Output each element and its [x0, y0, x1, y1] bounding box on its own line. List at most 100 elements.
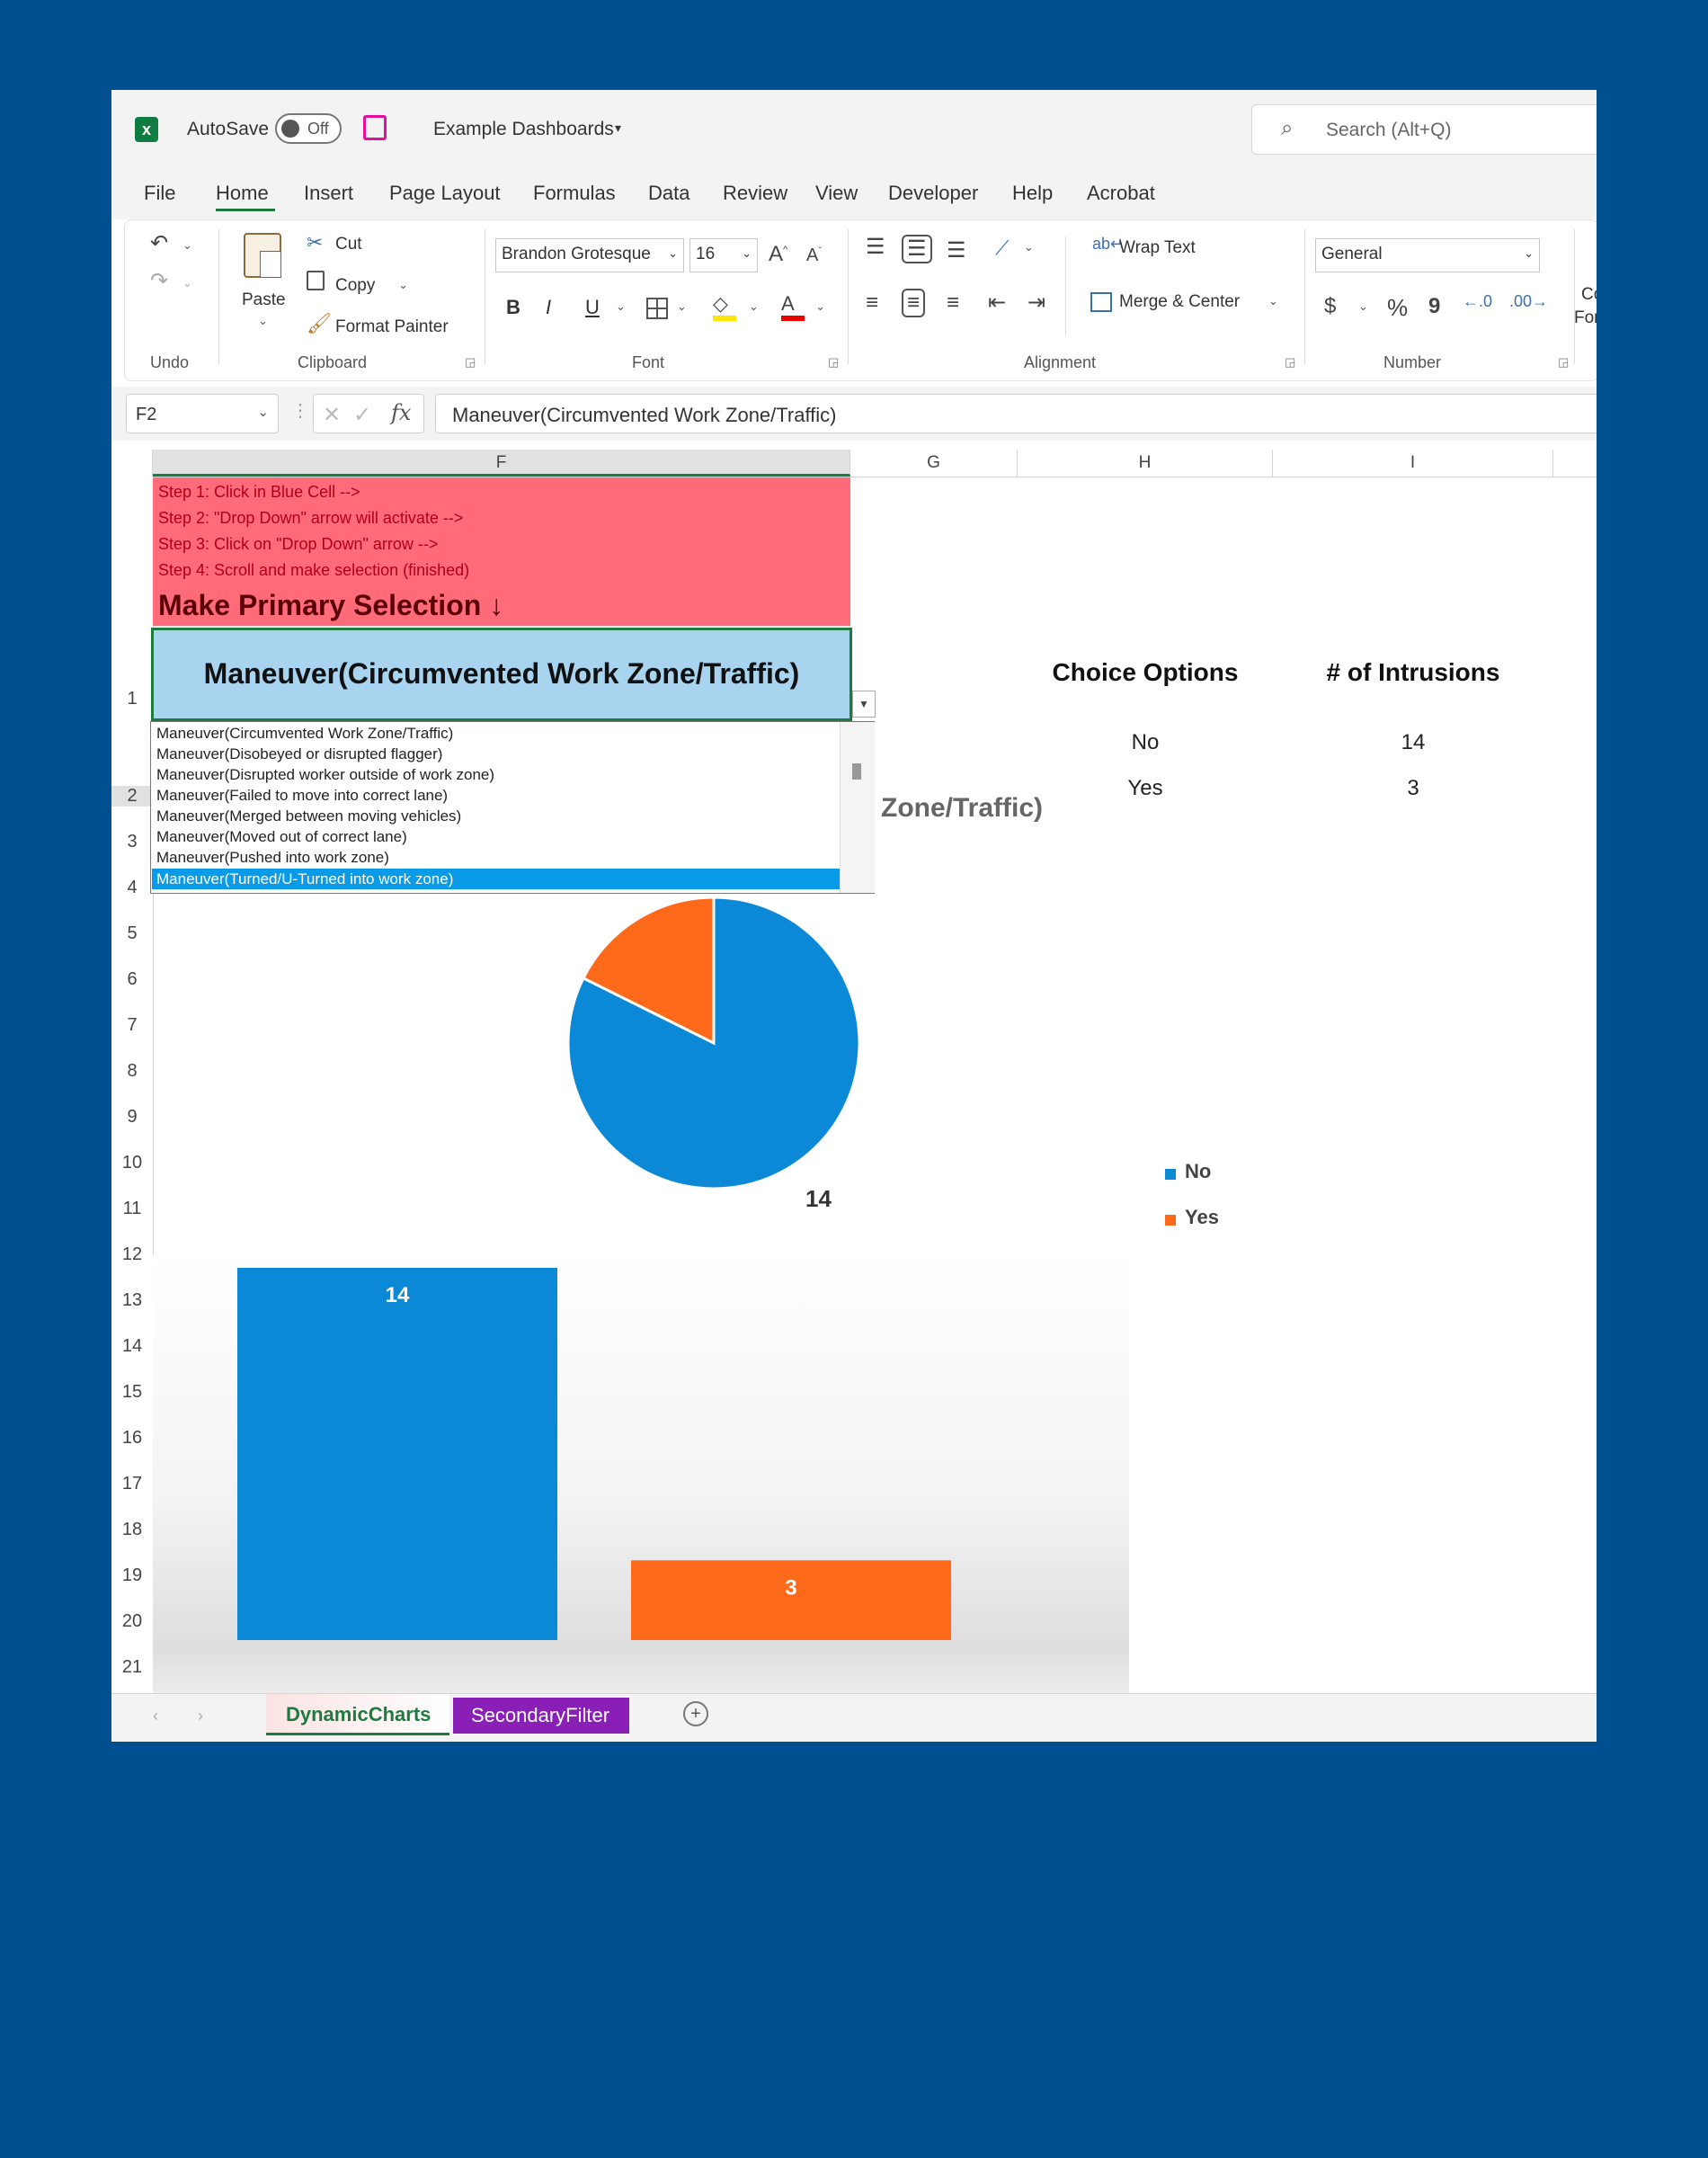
dropdown-option[interactable]: Maneuver(Merged between moving vehicles)	[156, 806, 461, 826]
select-all-corner[interactable]	[111, 450, 153, 477]
row-header[interactable]: 8	[111, 1061, 153, 1082]
row-header[interactable]: 10	[111, 1153, 153, 1173]
align-right-icon[interactable]: ≡	[947, 292, 959, 314]
tab-data[interactable]: Data	[648, 182, 689, 205]
increase-indent-icon[interactable]: ⇥	[1027, 292, 1045, 314]
row-header[interactable]: 2	[111, 786, 153, 807]
intrusion-count-cell[interactable]: 3	[1273, 776, 1553, 801]
save-icon[interactable]	[363, 115, 387, 140]
search-box[interactable]: ⌕ Search (Alt+Q)	[1251, 104, 1597, 155]
format-painter-icon[interactable]: 🖌	[307, 312, 332, 335]
row-header[interactable]: 16	[111, 1428, 153, 1449]
paste-label[interactable]: Paste	[242, 290, 286, 310]
scroll-tabs-left-icon[interactable]: ‹	[153, 1707, 158, 1726]
sheet-tab-dynamiccharts[interactable]: DynamicCharts	[266, 1694, 449, 1735]
merge-center-label[interactable]: Merge & Center	[1119, 292, 1240, 312]
dropdown-option[interactable]: Maneuver(Disrupted worker outside of wor…	[156, 764, 494, 785]
autosave-toggle[interactable]: Off	[275, 113, 342, 144]
align-left-icon[interactable]: ≡	[866, 292, 878, 314]
alignment-launcher-icon[interactable]: ◲	[1285, 355, 1295, 370]
column-header-h[interactable]: H	[1018, 450, 1273, 477]
tab-acrobat[interactable]: Acrobat	[1087, 182, 1155, 205]
orientation-dropdown-icon[interactable]: ⌄	[1024, 240, 1034, 254]
borders-icon[interactable]	[646, 298, 668, 319]
borders-dropdown-icon[interactable]: ⌄	[677, 299, 687, 314]
comma-button[interactable]: 9	[1428, 294, 1440, 319]
undo-dropdown-icon[interactable]: ⌄	[182, 238, 192, 253]
conditional-formatting-label-line2[interactable]: For	[1574, 308, 1597, 328]
row-header[interactable]: 5	[111, 923, 153, 944]
tab-developer[interactable]: Developer	[888, 182, 978, 205]
sheet-tab-secondaryfilter[interactable]: SecondaryFilter	[453, 1698, 629, 1734]
dropdown-option[interactable]: Maneuver(Pushed into work zone)	[156, 847, 389, 868]
align-center-icon[interactable]: ≡	[902, 289, 926, 317]
decrease-indent-icon[interactable]: ⇤	[988, 292, 1006, 314]
percent-button[interactable]: %	[1387, 294, 1408, 322]
redo-icon[interactable]: ↷	[150, 271, 168, 292]
italic-button[interactable]: I	[546, 296, 551, 319]
cut-label[interactable]: Cut	[335, 235, 362, 254]
underline-button[interactable]: U	[585, 296, 600, 319]
row-header[interactable]: 9	[111, 1107, 153, 1128]
bar-chart[interactable]: 14 3	[153, 1255, 1129, 1693]
font-color-icon[interactable]: A	[781, 292, 805, 321]
dropdown-arrow-button[interactable]: ▼	[852, 691, 876, 718]
fill-color-dropdown-icon[interactable]: ⌄	[749, 299, 759, 314]
bar-no[interactable]	[237, 1268, 557, 1640]
row-header[interactable]: 21	[111, 1657, 153, 1678]
row-header[interactable]: 6	[111, 969, 153, 990]
conditional-formatting-label-line1[interactable]: Co	[1581, 285, 1597, 305]
row-header[interactable]: 20	[111, 1611, 153, 1632]
row-header[interactable]: 7	[111, 1015, 153, 1036]
choice-option-cell[interactable]: No	[1018, 730, 1273, 755]
dropdown-scrollbar-thumb[interactable]	[852, 763, 861, 780]
font-launcher-icon[interactable]: ◲	[828, 355, 839, 370]
font-family-select[interactable]: Brandon Grotesque ⌄	[495, 238, 684, 272]
align-bottom-icon[interactable]: ☰	[947, 240, 966, 262]
dropdown-option[interactable]: Maneuver(Moved out of correct lane)	[156, 826, 407, 847]
column-header-g[interactable]: G	[850, 450, 1018, 477]
row-header[interactable]: 1	[111, 689, 153, 709]
insert-function-icon[interactable]: fx	[391, 400, 411, 425]
underline-dropdown-icon[interactable]: ⌄	[616, 299, 626, 314]
fill-color-icon[interactable]: ◇	[713, 292, 736, 321]
column-header-f[interactable]: F	[153, 450, 850, 477]
row-header[interactable]: 11	[111, 1199, 153, 1219]
tab-file[interactable]: File	[144, 182, 175, 205]
bar-chart-area[interactable]: 14 3	[153, 1255, 1129, 1693]
name-box[interactable]: F2 ⌄	[126, 394, 279, 433]
dropdown-option-highlighted[interactable]: Maneuver(Turned/U-Turned into work zone)	[152, 869, 841, 889]
merge-dropdown-icon[interactable]: ⌄	[1268, 294, 1278, 308]
number-format-select[interactable]: General ⌄	[1315, 238, 1540, 272]
decrease-decimal-icon[interactable]: .00→	[1509, 292, 1548, 311]
row-header[interactable]: 4	[111, 878, 153, 898]
row-header[interactable]: 13	[111, 1290, 153, 1311]
row-header[interactable]: 14	[111, 1336, 153, 1357]
tab-help[interactable]: Help	[1012, 182, 1053, 205]
undo-icon[interactable]: ↶	[150, 233, 168, 254]
add-sheet-icon[interactable]: +	[683, 1701, 708, 1726]
instructions-cell[interactable]: Step 1: Click in Blue Cell --> Step 2: "…	[153, 477, 850, 627]
wrap-text-label[interactable]: Wrap Text	[1119, 238, 1196, 258]
primary-selection-cell[interactable]: Maneuver(Circumvented Work Zone/Traffic)	[151, 628, 852, 721]
tab-insert[interactable]: Insert	[304, 182, 353, 205]
row-header[interactable]: 18	[111, 1520, 153, 1540]
align-middle-icon[interactable]: ☰	[902, 235, 932, 263]
row-header[interactable]: 19	[111, 1565, 153, 1586]
currency-dropdown-icon[interactable]: ⌄	[1358, 299, 1368, 314]
formula-input[interactable]: Maneuver(Circumvented Work Zone/Traffic)	[435, 394, 1597, 433]
tab-review[interactable]: Review	[723, 182, 787, 205]
format-painter-label[interactable]: Format Painter	[335, 317, 449, 337]
increase-font-icon[interactable]: A^	[769, 242, 787, 267]
choice-option-cell[interactable]: Yes	[1018, 776, 1273, 801]
cancel-icon[interactable]: ✕	[323, 402, 341, 428]
cut-icon[interactable]: ✂	[307, 231, 323, 254]
number-launcher-icon[interactable]: ◲	[1558, 355, 1569, 370]
copy-dropdown-icon[interactable]: ⌄	[398, 278, 408, 292]
align-top-icon[interactable]: ☰	[866, 236, 885, 258]
dropdown-scrollbar[interactable]	[840, 722, 875, 893]
clipboard-launcher-icon[interactable]: ◲	[465, 355, 476, 370]
copy-label[interactable]: Copy	[335, 276, 375, 296]
font-color-dropdown-icon[interactable]: ⌄	[815, 299, 825, 314]
row-header[interactable]: 17	[111, 1474, 153, 1494]
